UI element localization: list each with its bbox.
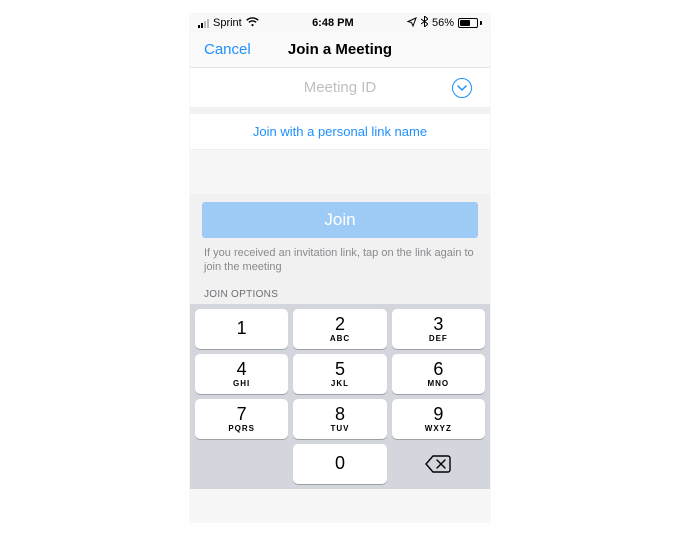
- status-bar: Sprint 6:48 PM 56%: [190, 14, 490, 32]
- status-left: Sprint: [198, 17, 259, 30]
- phone-frame: Sprint 6:48 PM 56% Cancel Join a Meeting…: [190, 14, 490, 522]
- key-7[interactable]: 7 PQRS: [195, 399, 288, 439]
- battery-icon: [458, 18, 482, 28]
- clock: 6:48 PM: [312, 17, 354, 29]
- key-6[interactable]: 6 MNO: [392, 354, 485, 394]
- spacer: [190, 150, 490, 194]
- meeting-id-placeholder: Meeting ID: [304, 79, 377, 96]
- key-5[interactable]: 5 JKL: [293, 354, 386, 394]
- join-button[interactable]: Join: [202, 202, 478, 238]
- carrier-label: Sprint: [213, 17, 242, 29]
- nav-header: Cancel Join a Meeting: [190, 32, 490, 68]
- key-4[interactable]: 4 GHI: [195, 354, 288, 394]
- join-options-label: JOIN OPTIONS: [202, 289, 478, 304]
- key-0[interactable]: 0: [293, 444, 386, 484]
- hint-text: If you received an invitation link, tap …: [202, 238, 478, 289]
- personal-link-button[interactable]: Join with a personal link name: [190, 114, 490, 150]
- battery-pct: 56%: [432, 17, 454, 29]
- bluetooth-icon: [421, 16, 428, 30]
- signal-icon: [198, 19, 209, 28]
- key-8[interactable]: 8 TUV: [293, 399, 386, 439]
- join-section: Join If you received an invitation link,…: [190, 194, 490, 304]
- numeric-keypad: 1 2 ABC 3 DEF 4 GHI 5 JKL 6 MNO: [190, 304, 490, 489]
- wifi-icon: [246, 17, 259, 30]
- status-right: 56%: [407, 16, 482, 30]
- key-3[interactable]: 3 DEF: [392, 309, 485, 349]
- backspace-icon[interactable]: [392, 444, 485, 484]
- meeting-id-input[interactable]: Meeting ID: [190, 68, 490, 108]
- key-9[interactable]: 9 WXYZ: [392, 399, 485, 439]
- key-1[interactable]: 1: [195, 309, 288, 349]
- cancel-button[interactable]: Cancel: [204, 41, 251, 58]
- chevron-down-icon[interactable]: [452, 78, 472, 98]
- key-2[interactable]: 2 ABC: [293, 309, 386, 349]
- page-title: Join a Meeting: [288, 41, 392, 58]
- location-icon: [407, 17, 417, 30]
